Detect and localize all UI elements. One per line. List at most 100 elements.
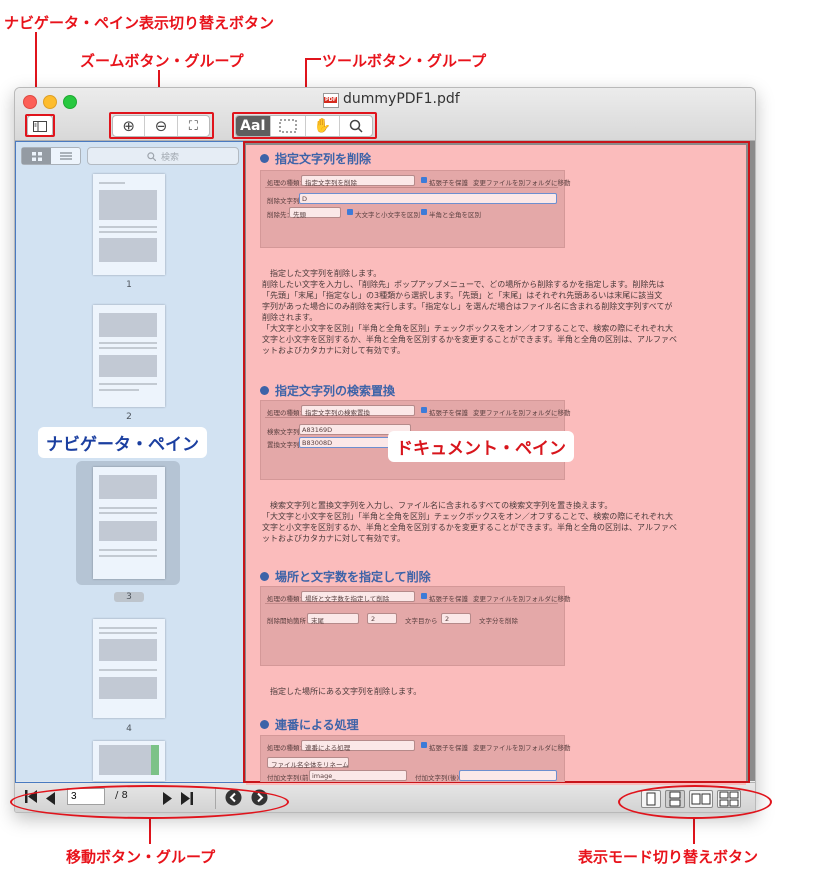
pdf-icon-label: PDF <box>324 97 338 103</box>
panel-field-value: image_ <box>312 772 336 780</box>
body-line: 「大文字と小文字を区別」「半角と全角を区別」チェックボックスをオン／オフすること… <box>262 512 674 521</box>
annotation-navigator-pane: ナビゲータ・ペイン <box>38 427 207 458</box>
checkbox-icon <box>421 593 427 599</box>
window-title: dummyPDF1.pdf <box>343 91 460 107</box>
checkbox-icon <box>421 407 427 413</box>
annotation-zoom-group: ズームボタン・グループ <box>80 52 244 70</box>
panel-label: 拡張子を保護 <box>429 744 468 752</box>
highlight-box-tool-group <box>232 112 377 139</box>
body-line: 文字と小文字を区別するか、半角と全角を区別するかを変更することができます。半角と… <box>262 335 677 344</box>
panel-select: 指定文字列の検索置換 <box>301 405 415 417</box>
panel-label: 変更ファイルを別フォルダに移動 <box>473 595 571 603</box>
dialog-screenshot: 処理の種類： 連番による処理 拡張子を保護 変更ファイルを別フォルダに移動 ファ… <box>260 735 571 782</box>
body-line: 「先頭」「末尾」「指定なし」の3種類から選択します。「先頭」と「末尾」はそれぞれ… <box>262 291 663 300</box>
leader-line <box>149 818 151 844</box>
panel-field: D <box>299 193 557 204</box>
panel-divider <box>265 417 558 418</box>
panel-label: 変更ファイルを別フォルダに移動 <box>473 179 571 187</box>
section-title: 指定文字列を削除 <box>275 152 372 166</box>
checkbox-icon <box>421 209 427 215</box>
panel-field-value: B83008D <box>302 439 333 447</box>
panel-divider <box>265 603 558 604</box>
body-line: 「大文字と小文字を区別」「半角と全角を区別」チェックボックスをオン／オフすること… <box>262 324 674 333</box>
bullet-icon <box>260 386 269 395</box>
section-heading: 指定文字列の検索置換 <box>260 382 395 399</box>
panel-select: 連番による処理 <box>301 740 415 752</box>
panel-select-value: 指定文字列を削除 <box>305 179 357 187</box>
panel-field-value: 2 <box>445 615 450 623</box>
panel-field-value: D <box>302 195 308 203</box>
highlight-box-navigator-toggle <box>25 114 55 137</box>
close-button[interactable] <box>23 95 37 109</box>
minimize-button[interactable] <box>43 95 57 109</box>
panel-field-value: A83169D <box>302 426 333 434</box>
annotation-navigator-toggle: ナビゲータ・ペイン表示切り替えボタン <box>4 14 275 32</box>
annotation-tool-group: ツールボタン・グループ <box>322 52 487 70</box>
body-line: 検索文字列と置換文字列を入力し、ファイル名に含まれるすべての検索文字列を置き換え… <box>262 501 613 510</box>
panel-label: 変更ファイルを別フォルダに移動 <box>473 409 571 417</box>
dialog-screenshot: 処理の種類： 場所と文字数を指定して削除 拡張子を保護 変更ファイルを別フォルダ… <box>260 586 571 666</box>
panel-field: 2 <box>441 613 471 624</box>
panel-divider <box>265 187 558 188</box>
panel-select-value: ファイル名全体をリネーム <box>271 761 349 769</box>
panel-label: 拡張子を保護 <box>429 409 468 417</box>
panel-field: image_ <box>309 770 407 781</box>
dialog-screenshot: 処理の種類： 指定文字列を削除 拡張子を保護 変更ファイルを別フォルダに移動 削… <box>260 170 571 248</box>
section-title: 連番による処理 <box>275 718 359 732</box>
panel-label: 拡張子を保護 <box>429 595 468 603</box>
section-body: 指定した場所にある文字列を削除します。 <box>262 686 740 697</box>
leader-line <box>305 58 321 60</box>
section-title: 場所と文字数を指定して削除 <box>275 570 431 584</box>
section-heading: 指定文字列を削除 <box>260 150 371 167</box>
pdf-document-icon: PDF <box>323 93 339 108</box>
checkbox-icon <box>421 177 427 183</box>
panel-select-value: 場所と文字数を指定して削除 <box>305 595 390 603</box>
annotation-view-mode-toggle: 表示モード切り替えボタン <box>578 848 759 866</box>
section-body: 指定した文字列を削除します。 削除したい文字を入力し、「削除先」ポップアップメニ… <box>262 268 740 356</box>
body-line: 字列があった場合にのみ削除を実行します。「指定なし」を選んだ場合はファイル名に含… <box>262 302 673 311</box>
panel-label: 文字分を削除 <box>479 617 518 625</box>
highlight-ellipse-move-group <box>10 785 289 819</box>
panel-field <box>459 770 557 781</box>
body-line: 指定した文字列を削除します。 <box>262 269 382 278</box>
panel-field: 2 <box>367 613 397 624</box>
panel-label: 削除開始箇所： <box>267 617 313 625</box>
checkbox-icon <box>421 742 427 748</box>
panel-field-value: 2 <box>371 615 376 623</box>
panel-select-value: 連番による処理 <box>305 744 351 752</box>
checkbox-icon <box>347 209 353 215</box>
body-line: ットおよびカタカナに対して有効です。 <box>262 346 405 355</box>
panel-label: 拡張子を保護 <box>429 179 468 187</box>
panel-select: 末尾 <box>307 613 359 625</box>
panel-select-value: 末尾 <box>311 617 324 625</box>
section-title: 指定文字列の検索置換 <box>275 384 396 398</box>
body-line: 削除されます。 <box>262 313 318 322</box>
section-body: 検索文字列と置換文字列を入力し、ファイル名に含まれるすべての検索文字列を置き換え… <box>262 500 740 544</box>
bullet-icon <box>260 720 269 729</box>
section-heading: 場所と文字数を指定して削除 <box>260 568 431 585</box>
highlight-box-zoom-group <box>109 112 214 139</box>
panel-select: 場所と文字数を指定して削除 <box>301 591 415 603</box>
panel-label: 半角と全角を区別 <box>429 211 481 219</box>
leader-line <box>693 818 695 844</box>
annotation-document-pane: ドキュメント・ペイン <box>388 431 574 462</box>
panel-select: 指定文字列を削除 <box>301 175 415 187</box>
highlight-ellipse-view-mode <box>618 785 772 819</box>
annotation-move-group: 移動ボタン・グループ <box>66 848 216 866</box>
body-line: 文字と小文字を区別するか、半角と全角を区別するかを変更することができます。半角と… <box>262 523 677 532</box>
body-line: 削除したい文字を入力し、「削除先」ポップアップメニューで、どの場所から削除するか… <box>262 280 665 289</box>
bullet-icon <box>260 572 269 581</box>
panel-select: ファイル名全体をリネーム <box>267 757 349 769</box>
panel-label: 文字目から <box>405 617 438 625</box>
panel-label: 変更ファイルを別フォルダに移動 <box>473 744 571 752</box>
panel-select-value: 指定文字列の検索置換 <box>305 409 370 417</box>
zoom-window-button[interactable] <box>63 95 77 109</box>
navigator-pane-highlight <box>15 141 245 783</box>
body-line: ットおよびカタカナに対して有効です。 <box>262 534 405 543</box>
panel-select-value: 先頭 <box>293 211 306 219</box>
section-heading: 連番による処理 <box>260 716 359 733</box>
panel-select: 先頭 <box>289 207 341 219</box>
panel-label: 付加文字列(後)： <box>415 774 466 782</box>
panel-label: 大文字と小文字を区別 <box>355 211 420 219</box>
body-line: 指定した場所にある文字列を削除します。 <box>262 687 422 696</box>
